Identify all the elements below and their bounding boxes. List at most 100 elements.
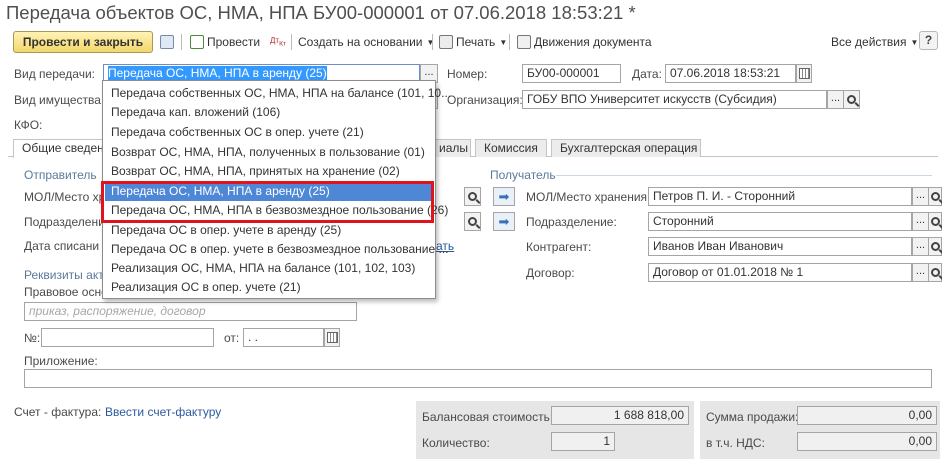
create-based-label: Создать на основании — [298, 35, 423, 49]
sender-group-label: Отправитель — [24, 168, 97, 182]
contract-label: Договор: — [526, 266, 575, 280]
all-actions-label: Все действия — [831, 35, 907, 49]
sale-sum-label: Сумма продажи: — [706, 410, 799, 424]
toolbar-separator — [509, 34, 510, 50]
dropdown-item[interactable]: Реализация ОС, НМА, НПА на балансе (101,… — [111, 259, 415, 278]
copy-dept-button[interactable]: ➡ — [493, 212, 515, 231]
organization-search-button[interactable] — [843, 90, 860, 109]
legal-basis-field[interactable]: приказ, распоряжение, договор — [24, 302, 357, 321]
arrow-right-icon: ➡ — [498, 188, 510, 204]
vat-label: в т.ч. НДС: — [706, 436, 765, 450]
transfer-type-label: Вид передачи: — [14, 67, 95, 81]
receiver-mol-search-button[interactable] — [928, 187, 942, 206]
calendar-icon — [326, 332, 338, 343]
post-icon — [190, 35, 204, 49]
quantity-label: Количество: — [422, 436, 490, 450]
receiver-mol-label: МОЛ/Место хранения: — [526, 190, 651, 204]
contract-select-button[interactable]: ... — [912, 263, 929, 282]
date-label: Дата: — [632, 67, 662, 81]
all-actions-menu[interactable]: Все действия ▼ — [831, 33, 918, 51]
act-date-field[interactable]: . . — [243, 328, 324, 347]
contractor-select-button[interactable]: ... — [912, 237, 929, 256]
receiver-dept-select-button[interactable]: ... — [912, 212, 929, 231]
enter-invoice-link[interactable]: Ввести счет-фактуру — [105, 405, 221, 419]
help-button[interactable]: ? — [919, 31, 938, 50]
save-button[interactable] — [160, 33, 177, 51]
print-label: Печать — [456, 35, 496, 49]
organization-select-button[interactable]: ... — [827, 90, 844, 109]
dropdown-item[interactable]: Реализация ОС в опер. учете (21) — [111, 278, 301, 297]
dt-kt-button[interactable]: ДтКт — [270, 33, 286, 51]
dropdown-item[interactable]: Передача ОС в опер. учете в аренду (25) — [111, 221, 341, 240]
receiver-group-label: Получатель — [490, 168, 556, 182]
attachment-label: Приложение: — [24, 354, 98, 368]
act-date-label: от: — [224, 331, 240, 345]
save-icon — [160, 35, 174, 49]
search-icon — [468, 192, 477, 201]
print-menu[interactable]: Печать ▼ — [439, 33, 507, 51]
sender-dept-search-button[interactable] — [464, 212, 481, 231]
legal-basis-placeholder: приказ, распоряжение, договор — [29, 304, 206, 318]
receiver-mol-field[interactable]: Петров П. И. - Сторонний — [648, 187, 912, 206]
chevron-down-icon: ▼ — [910, 37, 919, 47]
dropdown-item[interactable]: Передача кап. вложений (106) — [111, 103, 280, 122]
create-based-on-menu[interactable]: Создать на основании ▼ — [298, 33, 434, 51]
receiver-dept-label: Подразделение: — [526, 215, 617, 229]
writeoff-date-label: Дата списани — [24, 239, 100, 253]
chevron-down-icon: ▼ — [426, 37, 435, 47]
tab-general[interactable]: Общие сведени — [13, 139, 110, 158]
search-icon — [468, 217, 477, 226]
dt-kt-icon: ДтКт — [270, 36, 287, 48]
calendar-icon — [798, 68, 810, 79]
date-field[interactable]: 07.06.2018 18:53:21 — [665, 64, 796, 83]
movements-icon — [517, 35, 531, 49]
act-number-field[interactable] — [41, 328, 214, 347]
invoice-label: Счет - фактура: — [14, 405, 102, 419]
window-title: Передача объектов ОС, НМА, НПА БУ00-0000… — [6, 2, 636, 23]
sender-dept-label: Подразделени — [24, 215, 105, 229]
balance-cost-field: 1 688 818,00 — [551, 406, 689, 425]
contractor-search-button[interactable] — [928, 237, 942, 256]
search-icon — [930, 268, 940, 277]
contract-field[interactable]: Договор от 01.01.2018 № 1 — [648, 263, 912, 282]
toolbar-separator — [181, 34, 182, 50]
post-button[interactable]: Провести — [190, 33, 260, 51]
act-number-label: №: — [24, 331, 41, 345]
tab-commission[interactable]: Комиссия — [475, 139, 547, 157]
contractor-label: Контрагент: — [526, 240, 592, 254]
receiver-mol-select-button[interactable]: ... — [912, 187, 929, 206]
quantity-field: 1 — [551, 432, 615, 451]
chevron-down-icon: ▼ — [499, 37, 508, 47]
dropdown-item[interactable]: Передача ОС в опер. учете в безвозмездно… — [111, 240, 449, 259]
toolbar-separator — [432, 34, 433, 50]
legal-basis-label: Правовое осно — [24, 285, 108, 299]
dropdown-item[interactable]: Возврат ОС, НМА, НПА, полученных в польз… — [111, 143, 425, 162]
contractor-field[interactable]: Иванов Иван Иванович — [648, 237, 912, 256]
act-date-picker-button[interactable] — [324, 328, 340, 347]
dropdown-item[interactable]: Возврат ОС, НМА, НПА, принятых на хранен… — [111, 162, 400, 181]
receiver-group-line — [556, 175, 932, 176]
organization-field[interactable]: ГОБУ ВПО Университет искусств (Субсидия) — [522, 90, 827, 109]
toolbar-separator — [291, 34, 292, 50]
search-icon — [847, 95, 856, 104]
highlight-annotation-frame — [101, 181, 434, 223]
post-label: Провести — [207, 35, 261, 49]
receiver-dept-search-button[interactable] — [928, 212, 942, 231]
contract-search-button[interactable] — [928, 263, 942, 282]
requisites-group-label: Реквизиты акт — [24, 268, 104, 282]
receiver-dept-field[interactable]: Сторонний — [648, 212, 912, 231]
date-picker-button[interactable] — [796, 64, 812, 83]
dropdown-item[interactable]: Передача собственных ОС в опер. учете (2… — [111, 123, 364, 142]
tab-accounting-operation[interactable]: Бухгалтерская операция — [551, 139, 701, 157]
dropdown-item[interactable]: Передача собственных ОС, НМА, НПА на бал… — [111, 84, 451, 103]
post-and-close-button[interactable]: Провести и закрыть — [13, 31, 153, 53]
sender-mol-search-button[interactable] — [464, 187, 481, 206]
copy-mol-button[interactable]: ➡ — [493, 187, 515, 206]
document-movements-button[interactable]: Движения документа — [517, 33, 652, 51]
search-icon — [930, 217, 940, 226]
property-type-label: Вид имущества: — [14, 93, 105, 107]
attachment-field[interactable] — [24, 369, 932, 388]
sale-sum-field: 0,00 — [797, 406, 937, 425]
number-label: Номер: — [447, 67, 488, 81]
number-field[interactable]: БУ00-000001 — [522, 64, 621, 83]
